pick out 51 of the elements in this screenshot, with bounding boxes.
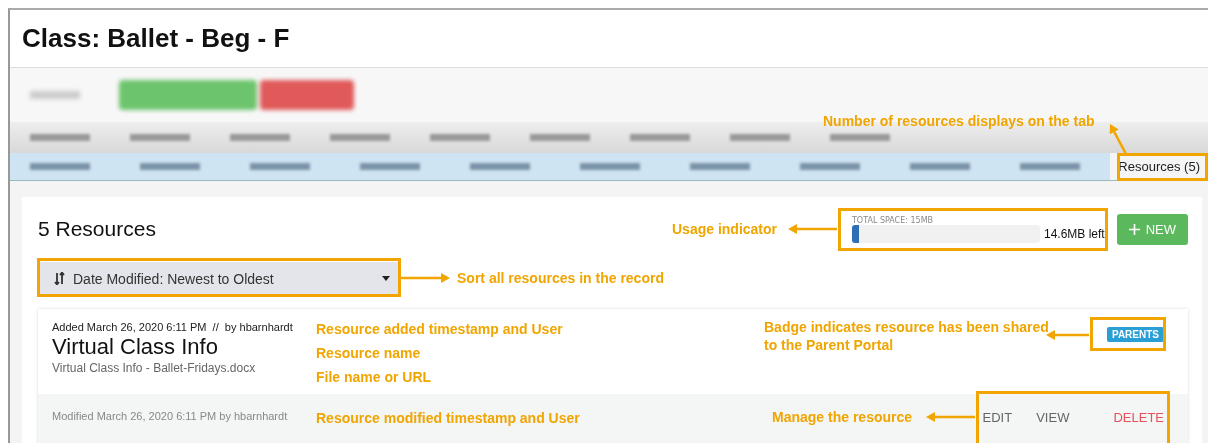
blurred-label: [30, 91, 80, 99]
callout-arrow: [1046, 330, 1089, 340]
annotation: Manage the resource: [772, 408, 913, 426]
blurred-tab[interactable]: [360, 163, 420, 170]
file-name: Virtual Class Info - Ballet-Fridays.docx: [52, 361, 256, 375]
resource-name: Virtual Class Info: [52, 333, 218, 361]
callout-arrow: [788, 224, 837, 234]
added-timestamp: Added March 26, 2020 6:11 PM // by hbarnhardt: [52, 321, 293, 333]
plus-icon: [1128, 223, 1140, 235]
sort-icon: [54, 272, 65, 285]
blurred-tab[interactable]: [230, 134, 290, 141]
blurred-tab[interactable]: [530, 134, 590, 141]
heading: 5 Resources: [38, 217, 156, 241]
annotation: Resource modified timestamp and User: [316, 409, 580, 427]
modified-timestamp: Modified March 26, 2020 6:11 PM by hbarnhardt: [52, 410, 288, 422]
annotation: Sort all resources in the record: [457, 269, 664, 287]
annotation: Number of resources displays on the tab: [823, 112, 1095, 130]
callout-arrow: [401, 273, 450, 283]
annotation: Resource name: [316, 344, 421, 362]
blurred-tab[interactable]: [140, 163, 200, 170]
storage-caption: TOTAL SPACE: 15MB: [851, 215, 935, 225]
blurred-button[interactable]: [119, 80, 257, 110]
blurred-tab[interactable]: [800, 163, 860, 170]
blurred-tab[interactable]: [690, 163, 750, 170]
blurred-tab[interactable]: [30, 134, 90, 141]
blurred-tab[interactable]: [250, 163, 310, 170]
badge: PARENTS: [1106, 327, 1164, 342]
blurred-tab[interactable]: [830, 134, 890, 141]
storage-reading: 14.6MB left: [1043, 226, 1105, 241]
caret-icon: [382, 276, 390, 281]
action-link[interactable]: VIEW: [1036, 410, 1070, 425]
annotation: Resource added timestamp and User: [316, 320, 563, 338]
blurred-tab[interactable]: [330, 134, 390, 141]
blurred-tab[interactable]: [430, 134, 490, 141]
action-link[interactable]: EDIT: [982, 410, 1013, 425]
action-link[interactable]: DELETE: [1113, 410, 1164, 425]
blurred-button[interactable]: [260, 80, 354, 110]
blurred-tab[interactable]: [580, 163, 640, 170]
blurred-tab[interactable]: [1020, 163, 1080, 170]
blurred-tab[interactable]: [730, 134, 790, 141]
annotation: Usage indicator: [672, 220, 778, 238]
annotation: Badge indicates resource has been shared to the Parent Portal: [764, 318, 1050, 354]
blurred-tab[interactable]: [910, 163, 970, 170]
blurred-tab[interactable]: [470, 163, 530, 170]
blurred-tab[interactable]: [130, 134, 190, 141]
callout-arrow: [1109, 124, 1128, 155]
blurred-tab[interactable]: [630, 134, 690, 141]
callout-arrow: [926, 412, 975, 422]
blurred-tab[interactable]: [30, 163, 90, 170]
annotation: File name or URL: [316, 368, 432, 386]
sort-dropdown[interactable]: Date Modified: Newest to Oldest: [38, 262, 400, 295]
